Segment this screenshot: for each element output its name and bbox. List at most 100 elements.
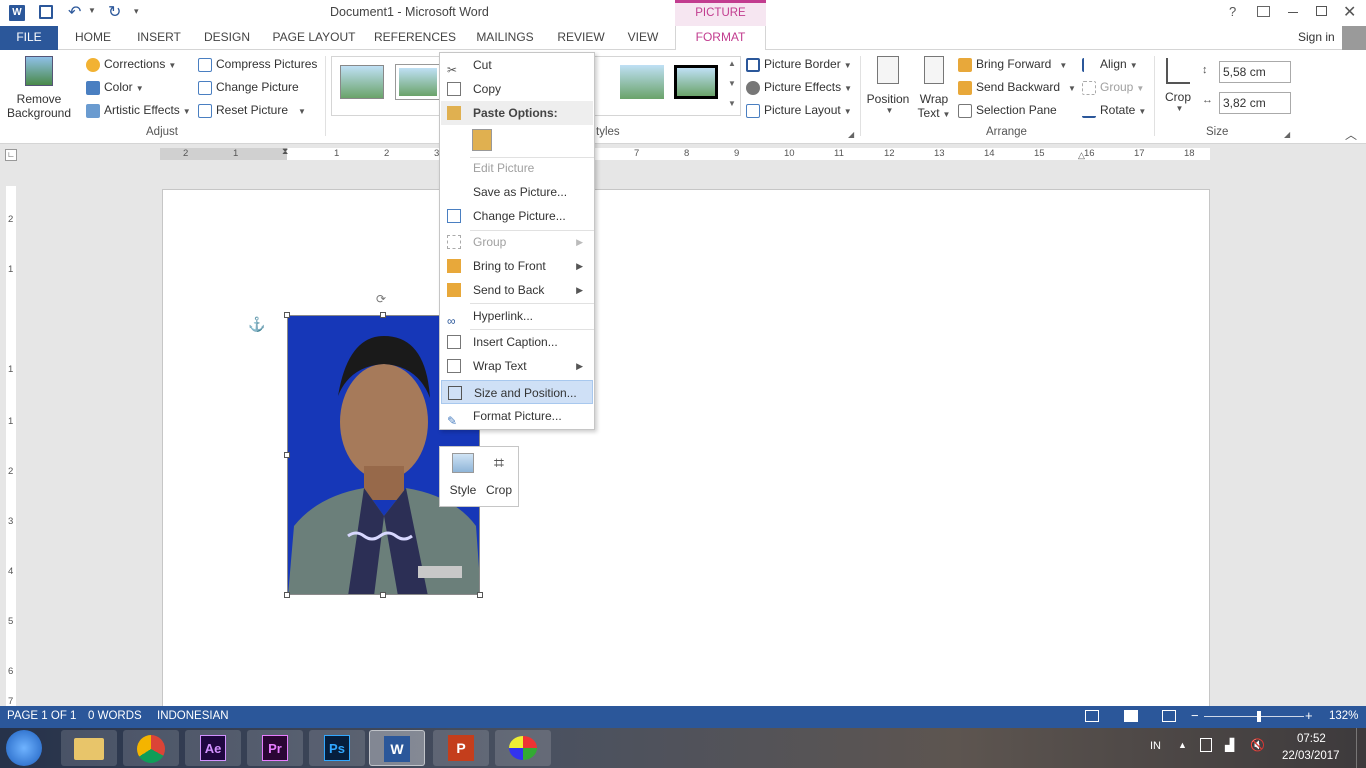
position-button[interactable]: Position ▼	[864, 54, 912, 115]
clock-time[interactable]: 07:52	[1297, 733, 1326, 745]
zoom-slider[interactable]	[1204, 711, 1304, 722]
network-signal-icon[interactable]: ▟	[1225, 738, 1234, 752]
group-button[interactable]: Group ▼	[1082, 77, 1144, 97]
right-indent-marker-icon[interactable]: △	[1078, 150, 1085, 161]
tab-file[interactable]: FILE	[0, 26, 58, 50]
menu-item-bring-to-front[interactable]: Bring to Front ▶	[441, 254, 593, 278]
picture-style-1[interactable]	[340, 65, 384, 99]
reset-picture-button[interactable]: Reset Picture ▼	[198, 100, 306, 120]
gallery-scroll-up-icon[interactable]: ▲	[728, 59, 736, 68]
ribbon-display-options-icon[interactable]	[1257, 6, 1270, 17]
input-language[interactable]: IN	[1150, 740, 1161, 752]
remove-background-button[interactable]: Remove Background	[4, 54, 74, 124]
menu-item-edit-picture[interactable]: Edit Picture	[441, 156, 593, 180]
minimize-icon[interactable]	[1288, 12, 1298, 13]
collapse-ribbon-icon[interactable]: ︿	[1345, 126, 1357, 143]
menu-item-change-picture[interactable]: Change Picture...	[441, 204, 593, 228]
menu-item-hyperlink[interactable]: ∞ Hyperlink...	[441, 304, 593, 328]
resize-handle-bm[interactable]	[380, 592, 386, 598]
menu-item-cut[interactable]: ✂ Cut	[441, 53, 593, 77]
tab-selector-icon[interactable]: ∟	[5, 149, 17, 161]
after-effects-icon[interactable]: Ae	[185, 730, 241, 766]
premiere-icon[interactable]: Pr	[247, 730, 303, 766]
crop-button[interactable]: Crop ▼	[1158, 54, 1198, 113]
avatar[interactable]	[1342, 26, 1366, 50]
tab-home[interactable]: HOME	[64, 26, 122, 50]
zoom-in-button[interactable]: +	[1305, 708, 1313, 723]
tab-mailings[interactable]: MAILINGS	[470, 26, 540, 50]
menu-item-size-and-position[interactable]: Size and Position...	[441, 380, 593, 404]
horizontal-ruler[interactable]: ∟ 21123456789101112131415161718 ⧗ △	[0, 144, 1366, 166]
picture-style-7[interactable]	[674, 65, 718, 99]
read-mode-icon[interactable]	[1085, 710, 1099, 722]
zoom-level[interactable]: 132%	[1329, 710, 1358, 722]
align-button[interactable]: Align ▼	[1082, 54, 1138, 74]
gallery-scroll-down-icon[interactable]: ▼	[728, 79, 736, 88]
menu-item-group[interactable]: Group ▶	[441, 230, 593, 254]
artistic-effects-button[interactable]: Artistic Effects ▼	[86, 100, 191, 120]
color-button[interactable]: Color ▼	[86, 77, 144, 97]
help-icon[interactable]: ?	[1229, 4, 1236, 19]
gallery-more-icon[interactable]: ▼	[728, 99, 736, 108]
height-input[interactable]: 5,58 cm	[1219, 61, 1291, 83]
menu-item-wrap-text[interactable]: Wrap Text ▶	[441, 354, 593, 378]
print-layout-icon[interactable]	[1124, 710, 1138, 722]
tab-view[interactable]: VIEW	[620, 26, 666, 50]
indent-marker-icon[interactable]: ⧗	[282, 146, 288, 157]
picture-styles-dialog-launcher-icon[interactable]: ◢	[848, 130, 854, 139]
tab-format[interactable]: FORMAT	[675, 26, 766, 51]
undo-icon[interactable]: ↶	[68, 2, 81, 22]
word-count[interactable]: 0 WORDS	[88, 710, 142, 722]
resize-handle-br[interactable]	[477, 592, 483, 598]
language-indicator[interactable]: INDONESIAN	[157, 710, 229, 722]
compress-pictures-button[interactable]: Compress Pictures	[198, 54, 317, 74]
file-explorer-icon[interactable]	[61, 730, 117, 766]
zoom-slider-thumb[interactable]	[1257, 711, 1261, 722]
web-layout-icon[interactable]	[1162, 710, 1176, 722]
style-button[interactable]: Style	[446, 453, 480, 497]
paste-keep-source-icon[interactable]	[472, 129, 492, 151]
tab-review[interactable]: REVIEW	[552, 26, 610, 50]
chrome-icon[interactable]	[123, 730, 179, 766]
menu-item-save-as-picture[interactable]: Save as Picture...	[441, 180, 593, 204]
zoom-out-button[interactable]: −	[1191, 708, 1199, 723]
page-count[interactable]: PAGE 1 OF 1	[7, 710, 76, 722]
close-icon[interactable]: ✕	[1343, 2, 1356, 22]
repeat-icon[interactable]: ↻	[108, 2, 121, 22]
selection-pane-button[interactable]: Selection Pane	[958, 100, 1057, 120]
menu-item-insert-caption[interactable]: Insert Caption...	[441, 330, 593, 354]
clock-date[interactable]: 22/03/2017	[1282, 750, 1340, 762]
size-dialog-launcher-icon[interactable]: ◢	[1284, 130, 1290, 139]
picture-style-2[interactable]	[395, 64, 441, 100]
photoshop-icon[interactable]: Ps	[309, 730, 365, 766]
resize-handle-ml[interactable]	[284, 452, 290, 458]
resize-handle-tm[interactable]	[380, 312, 386, 318]
rotate-handle-icon[interactable]: ⟳	[376, 292, 386, 306]
change-picture-button[interactable]: Change Picture	[198, 77, 299, 97]
usb-icon[interactable]	[1200, 738, 1212, 752]
resize-handle-bl[interactable]	[284, 592, 290, 598]
bring-forward-button[interactable]: Bring Forward ▼	[958, 54, 1067, 74]
resize-handle-tl[interactable]	[284, 312, 290, 318]
vertical-ruler[interactable]: 2111234567	[0, 166, 22, 707]
picture-effects-button[interactable]: Picture Effects ▼	[746, 77, 852, 97]
rotate-button[interactable]: Rotate ▼	[1082, 100, 1146, 120]
tab-insert[interactable]: INSERT	[130, 26, 188, 50]
show-hidden-icons-icon[interactable]: ▲	[1178, 740, 1187, 750]
powerpoint-icon[interactable]: P	[433, 730, 489, 766]
menu-item-send-to-back[interactable]: Send to Back ▶	[441, 278, 593, 302]
crop-mini-button[interactable]: ⌗ Crop	[484, 453, 514, 497]
wrap-text-button[interactable]: Wrap Text ▼	[914, 54, 954, 120]
picture-layout-button[interactable]: Picture Layout ▼	[746, 100, 852, 120]
show-desktop-button[interactable]	[1356, 728, 1366, 768]
tab-page-layout[interactable]: PAGE LAYOUT	[268, 26, 360, 50]
corrections-button[interactable]: Corrections ▼	[86, 54, 176, 74]
word-taskbar-icon[interactable]: W	[369, 730, 425, 766]
volume-muted-icon[interactable]: 🔇	[1250, 738, 1265, 752]
start-button-icon[interactable]	[6, 730, 42, 766]
menu-item-format-picture[interactable]: ✎ Format Picture...	[441, 404, 593, 428]
restore-icon[interactable]	[1316, 6, 1327, 16]
save-icon[interactable]	[39, 5, 53, 19]
undo-dropdown-icon[interactable]: ▼	[88, 6, 96, 15]
picture-style-6[interactable]	[620, 65, 664, 99]
